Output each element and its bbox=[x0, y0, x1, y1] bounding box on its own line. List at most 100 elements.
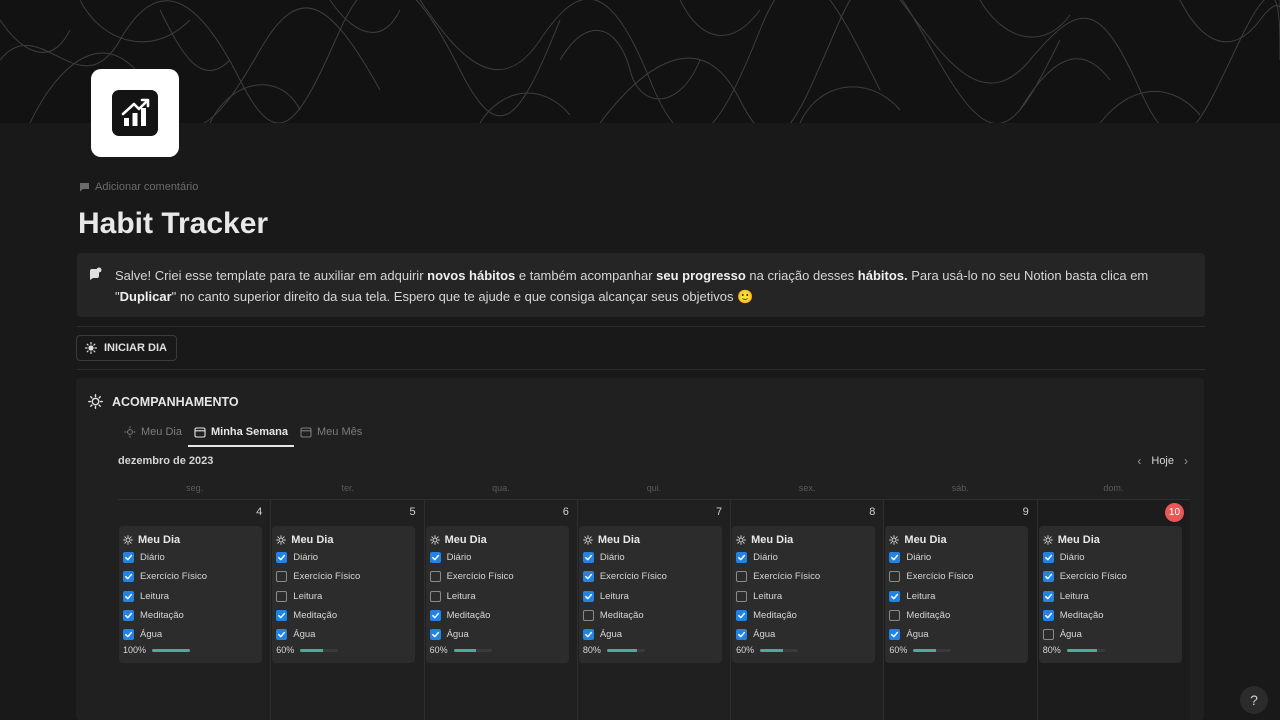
progress-fill bbox=[606, 648, 638, 652]
habit-item: Diário bbox=[736, 548, 870, 567]
help-button[interactable]: ? bbox=[1240, 686, 1268, 714]
chevron-right-icon[interactable]: › bbox=[1184, 454, 1188, 468]
day-card[interactable]: Meu Dia Diário Exercício Físico Leitura Medi… bbox=[885, 526, 1029, 663]
habit-checkbox[interactable] bbox=[889, 610, 901, 622]
habit-label: Leitura bbox=[906, 590, 936, 602]
progress-fill bbox=[760, 648, 783, 652]
add-comment-button[interactable]: Adicionar comentário bbox=[79, 181, 198, 193]
day-card[interactable]: Meu Dia Diário Exercício Físico Leitura Medi… bbox=[425, 526, 569, 663]
check-icon bbox=[125, 554, 133, 561]
habit-checkbox[interactable] bbox=[889, 629, 901, 641]
habit-label: Água bbox=[1059, 629, 1082, 641]
habit-checkbox[interactable] bbox=[276, 610, 288, 622]
habit-item: Leitura bbox=[276, 587, 410, 606]
habit-checkbox[interactable] bbox=[276, 590, 288, 602]
habit-checkbox[interactable] bbox=[736, 610, 748, 622]
progress-fill bbox=[152, 648, 191, 652]
tab-meu-dia[interactable]: Meu Dia bbox=[118, 420, 188, 444]
habit-item: Leitura bbox=[429, 587, 564, 606]
habit-checkbox[interactable] bbox=[429, 610, 441, 622]
habit-label: Diário bbox=[906, 552, 932, 564]
habit-checkbox[interactable] bbox=[123, 552, 134, 564]
progress-row: 100% bbox=[123, 645, 257, 655]
habit-checkbox[interactable] bbox=[429, 629, 441, 641]
check-icon bbox=[431, 632, 439, 638]
habit-checkbox[interactable] bbox=[889, 571, 901, 583]
day-column[interactable]: 8 Meu Dia Diário Exercício Físico Leitura Med… bbox=[730, 500, 883, 720]
day-column[interactable]: 9 Meu Dia Diário Exercício Físico Leitura Med… bbox=[883, 500, 1037, 720]
habit-item: Meditação bbox=[582, 606, 717, 625]
habit-label: Água bbox=[599, 629, 623, 641]
habit-checkbox[interactable] bbox=[582, 552, 594, 564]
habit-checkbox[interactable] bbox=[736, 629, 748, 641]
habit-item: Diário bbox=[582, 548, 717, 567]
tab-minha-semana[interactable]: Minha Semana bbox=[187, 420, 295, 447]
page-title[interactable]: Habit Tracker bbox=[78, 207, 268, 241]
day-column[interactable]: 10 Meu Dia Diário Exercício Físico Leitura Me… bbox=[1036, 500, 1190, 720]
today-button[interactable]: Hoje bbox=[1151, 455, 1174, 467]
habit-checkbox[interactable] bbox=[1042, 571, 1054, 583]
habit-checkbox[interactable] bbox=[1042, 590, 1054, 602]
weekday-label: qui. bbox=[646, 483, 662, 493]
sun-icon bbox=[123, 534, 133, 545]
card-title: Meu Dia bbox=[736, 531, 870, 548]
habit-item: Meditação bbox=[276, 606, 410, 625]
view-tabs: Meu Dia Minha Semana Meu Mês bbox=[118, 420, 368, 447]
habit-checkbox[interactable] bbox=[123, 571, 134, 583]
day-number: 7 bbox=[716, 506, 723, 518]
habit-item: Exercício Físico bbox=[736, 567, 870, 586]
habit-label: Leitura bbox=[1059, 590, 1089, 602]
day-card[interactable]: Meu Dia Diário Exercício Físico Leitura Medi… bbox=[119, 526, 262, 663]
check-icon bbox=[584, 632, 592, 638]
habit-item: Exercício Físico bbox=[429, 567, 564, 586]
habit-checkbox[interactable] bbox=[276, 571, 288, 583]
habit-checkbox[interactable] bbox=[582, 629, 594, 641]
day-column[interactable]: 5 Meu Dia Diário Exercício Físico Leitura Med… bbox=[270, 500, 423, 720]
day-card[interactable]: Meu Dia Diário Exercício Físico Leitura Medi… bbox=[732, 526, 876, 663]
day-card[interactable]: Meu Dia Diário Exercício Físico Leitura Medi… bbox=[272, 526, 416, 663]
habit-checkbox[interactable] bbox=[889, 552, 901, 564]
habit-checkbox[interactable] bbox=[736, 552, 748, 564]
habit-item: Diário bbox=[276, 548, 410, 567]
habit-checkbox[interactable] bbox=[429, 590, 441, 602]
habit-checkbox[interactable] bbox=[736, 571, 748, 583]
page-cover[interactable] bbox=[0, 0, 1280, 123]
habit-checkbox[interactable] bbox=[889, 590, 901, 602]
habit-checkbox[interactable] bbox=[123, 610, 134, 622]
speech-bubble-icon bbox=[90, 267, 102, 280]
day-card[interactable]: Meu Dia Diário Exercício Físico Leitura Medi… bbox=[1038, 526, 1182, 663]
habit-checkbox[interactable] bbox=[736, 590, 748, 602]
tab-meu-mes[interactable]: Meu Mês bbox=[294, 420, 368, 444]
day-column[interactable]: 6 Meu Dia Diário Exercício Físico Leitura Med… bbox=[423, 500, 577, 720]
habit-checkbox[interactable] bbox=[276, 629, 288, 641]
habit-checkbox[interactable] bbox=[1042, 552, 1054, 564]
habit-checkbox[interactable] bbox=[582, 571, 594, 583]
habit-checkbox[interactable] bbox=[582, 610, 594, 622]
sun-icon bbox=[429, 534, 440, 545]
day-column[interactable]: 7 Meu Dia Diário Exercício Físico Leitura Med… bbox=[576, 500, 730, 720]
intro-callout[interactable]: Salve! Criei esse template para te auxil… bbox=[77, 253, 1205, 317]
card-title: Meu Dia bbox=[583, 531, 717, 548]
sun-icon bbox=[124, 426, 136, 438]
habit-checkbox[interactable] bbox=[429, 552, 441, 564]
habit-checkbox[interactable] bbox=[582, 590, 594, 602]
habit-item: Leitura bbox=[889, 587, 1023, 606]
habit-checkbox[interactable] bbox=[1042, 629, 1054, 641]
habit-checkbox[interactable] bbox=[1042, 610, 1054, 622]
progress-fill bbox=[300, 648, 324, 652]
habit-label: Exercício Físico bbox=[1059, 571, 1127, 583]
day-column[interactable]: 4 Meu Dia Diário Exercício Físico Leitura Med… bbox=[118, 500, 270, 720]
habit-item: Água bbox=[429, 625, 564, 644]
progress-bar bbox=[1066, 648, 1105, 652]
page-icon[interactable] bbox=[91, 69, 179, 157]
habit-checkbox[interactable] bbox=[123, 590, 134, 602]
day-card[interactable]: Meu Dia Diário Exercício Físico Leitura Medi… bbox=[578, 526, 722, 663]
habit-checkbox[interactable] bbox=[276, 552, 288, 564]
divider bbox=[77, 369, 1205, 370]
habit-checkbox[interactable] bbox=[429, 571, 441, 583]
habit-item: Leitura bbox=[123, 587, 257, 606]
chevron-left-icon[interactable]: ‹ bbox=[1137, 454, 1141, 468]
calendar-nav: ‹ Hoje › bbox=[1137, 454, 1188, 468]
habit-checkbox[interactable] bbox=[123, 629, 134, 641]
start-day-button[interactable]: INICIAR DIA bbox=[76, 335, 177, 361]
